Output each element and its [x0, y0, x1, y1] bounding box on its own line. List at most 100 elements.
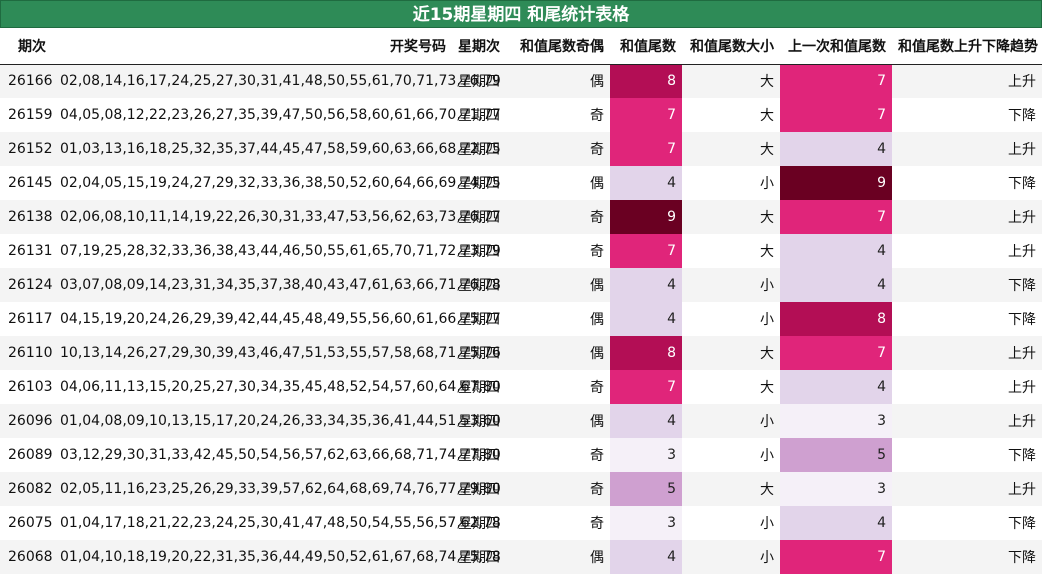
cell-prev-tail: 4 — [780, 506, 892, 540]
cell-tail: 9 — [610, 200, 682, 234]
cell-odd-even: 奇 — [512, 132, 610, 166]
cell-tail: 4 — [610, 302, 682, 336]
header-prev-tail: 上一次和值尾数 — [780, 28, 892, 65]
cell-trend: 上升 — [892, 200, 1042, 234]
cell-trend: 下降 — [892, 438, 1042, 472]
cell-weekday: 星期四 — [452, 404, 512, 438]
cell-weekday: 星期四 — [452, 268, 512, 302]
table-body: 26166 02,08,14,16,17,24,25,27,30,31,41,48… — [0, 64, 1042, 574]
table-row: 26145 02,04,05,15,19,24,27,29,32,33,36,38… — [0, 166, 1042, 200]
cell-issue: 26082 — [0, 472, 54, 506]
cell-big-small: 大 — [682, 64, 780, 98]
cell-issue: 26117 — [0, 302, 54, 336]
cell-big-small: 小 — [682, 302, 780, 336]
cell-prev-tail: 3 — [780, 472, 892, 506]
header-big-small: 和值尾数大小 — [682, 28, 780, 65]
header-row: 期次 开奖号码 星期次 和值尾数奇偶 和值尾数 和值尾数大小 上一次和值尾数 和… — [0, 28, 1042, 65]
cell-trend: 下降 — [892, 268, 1042, 302]
cell-big-small: 小 — [682, 268, 780, 302]
cell-numbers: 01,04,10,18,19,20,22,31,35,36,44,49,50,5… — [54, 540, 501, 574]
cell-numbers: 10,13,14,26,27,29,30,39,43,46,47,51,53,5… — [54, 336, 501, 370]
table-row: 26110 10,13,14,26,27,29,30,39,43,46,47,51… — [0, 336, 1042, 370]
header-issue: 期次 — [0, 28, 54, 65]
cell-prev-tail: 4 — [780, 234, 892, 268]
table-row: 26068 01,04,10,18,19,20,22,31,35,36,44,49… — [0, 540, 1042, 574]
cell-big-small: 大 — [682, 200, 780, 234]
cell-prev-tail: 7 — [780, 98, 892, 132]
table-row: 26117 04,15,19,20,24,26,29,39,42,44,45,48… — [0, 302, 1042, 336]
cell-tail: 4 — [610, 166, 682, 200]
cell-odd-even: 奇 — [512, 200, 610, 234]
table-row: 26159 04,05,08,12,22,23,26,27,35,39,47,50… — [0, 98, 1042, 132]
cell-numbers: 02,05,11,16,23,25,26,29,33,39,57,62,64,6… — [54, 472, 501, 506]
cell-numbers: 01,03,13,16,18,25,32,35,37,44,45,47,58,5… — [54, 132, 501, 166]
cell-numbers: 03,07,08,09,14,23,31,34,35,37,38,40,43,4… — [54, 268, 501, 302]
table-row: 26166 02,08,14,16,17,24,25,27,30,31,41,48… — [0, 64, 1042, 98]
cell-weekday: 星期四 — [452, 438, 512, 472]
table-row: 26103 04,06,11,13,15,20,25,27,30,34,35,45… — [0, 370, 1042, 404]
cell-tail: 4 — [610, 404, 682, 438]
cell-tail: 4 — [610, 268, 682, 302]
cell-prev-tail: 4 — [780, 268, 892, 302]
cell-odd-even: 奇 — [512, 438, 610, 472]
cell-numbers: 07,19,25,28,32,33,36,38,43,44,46,50,55,6… — [54, 234, 501, 268]
cell-weekday: 星期四 — [452, 506, 512, 540]
cell-prev-tail: 4 — [780, 370, 892, 404]
cell-tail: 3 — [610, 438, 682, 472]
cell-tail: 5 — [610, 472, 682, 506]
header-numbers: 开奖号码 — [54, 28, 452, 65]
cell-odd-even: 奇 — [512, 370, 610, 404]
cell-odd-even: 奇 — [512, 472, 610, 506]
table-row: 26138 02,06,08,10,11,14,19,22,26,30,31,33… — [0, 200, 1042, 234]
table-row: 26152 01,03,13,16,18,25,32,35,37,44,45,47… — [0, 132, 1042, 166]
cell-numbers: 02,06,08,10,11,14,19,22,26,30,31,33,47,5… — [54, 200, 501, 234]
table-title: 近15期星期四 和尾统计表格 — [0, 0, 1042, 28]
cell-big-small: 小 — [682, 506, 780, 540]
cell-trend: 上升 — [892, 336, 1042, 370]
cell-issue: 26131 — [0, 234, 54, 268]
cell-issue: 26124 — [0, 268, 54, 302]
cell-tail: 8 — [610, 64, 682, 98]
cell-big-small: 小 — [682, 540, 780, 574]
cell-weekday: 星期四 — [452, 336, 512, 370]
cell-tail: 7 — [610, 132, 682, 166]
cell-prev-tail: 7 — [780, 540, 892, 574]
stats-table: 期次 开奖号码 星期次 和值尾数奇偶 和值尾数 和值尾数大小 上一次和值尾数 和… — [0, 28, 1042, 574]
cell-odd-even: 偶 — [512, 540, 610, 574]
cell-odd-even: 偶 — [512, 404, 610, 438]
cell-numbers: 02,04,05,15,19,24,27,29,32,33,36,38,50,5… — [54, 166, 501, 200]
cell-big-small: 大 — [682, 472, 780, 506]
cell-big-small: 小 — [682, 404, 780, 438]
cell-numbers: 01,04,08,09,10,13,15,17,20,24,26,33,34,3… — [54, 404, 501, 438]
cell-tail: 3 — [610, 506, 682, 540]
cell-issue: 26068 — [0, 540, 54, 574]
cell-big-small: 小 — [682, 438, 780, 472]
cell-odd-even: 偶 — [512, 336, 610, 370]
cell-numbers: 03,12,29,30,31,33,42,45,50,54,56,57,62,6… — [54, 438, 501, 472]
table-row: 26131 07,19,25,28,32,33,36,38,43,44,46,50… — [0, 234, 1042, 268]
cell-issue: 26159 — [0, 98, 54, 132]
cell-odd-even: 奇 — [512, 234, 610, 268]
cell-weekday: 星期四 — [452, 166, 512, 200]
cell-issue: 26110 — [0, 336, 54, 370]
cell-big-small: 大 — [682, 234, 780, 268]
header-trend: 和值尾数上升下降趋势 — [892, 28, 1042, 65]
cell-prev-tail: 8 — [780, 302, 892, 336]
cell-weekday: 星期四 — [452, 132, 512, 166]
cell-trend: 下降 — [892, 506, 1042, 540]
cell-odd-even: 奇 — [512, 506, 610, 540]
cell-odd-even: 偶 — [512, 302, 610, 336]
cell-trend: 上升 — [892, 370, 1042, 404]
cell-numbers: 04,06,11,13,15,20,25,27,30,34,35,45,48,5… — [54, 370, 501, 404]
cell-issue: 26145 — [0, 166, 54, 200]
table-row: 26089 03,12,29,30,31,33,42,45,50,54,56,57… — [0, 438, 1042, 472]
cell-issue: 26103 — [0, 370, 54, 404]
cell-big-small: 大 — [682, 98, 780, 132]
cell-prev-tail: 7 — [780, 336, 892, 370]
cell-issue: 26166 — [0, 64, 54, 98]
cell-trend: 上升 — [892, 64, 1042, 98]
cell-numbers: 04,05,08,12,22,23,26,27,35,39,47,50,56,5… — [54, 98, 501, 132]
cell-odd-even: 奇 — [512, 98, 610, 132]
cell-big-small: 大 — [682, 370, 780, 404]
table-row: 26124 03,07,08,09,14,23,31,34,35,37,38,40… — [0, 268, 1042, 302]
